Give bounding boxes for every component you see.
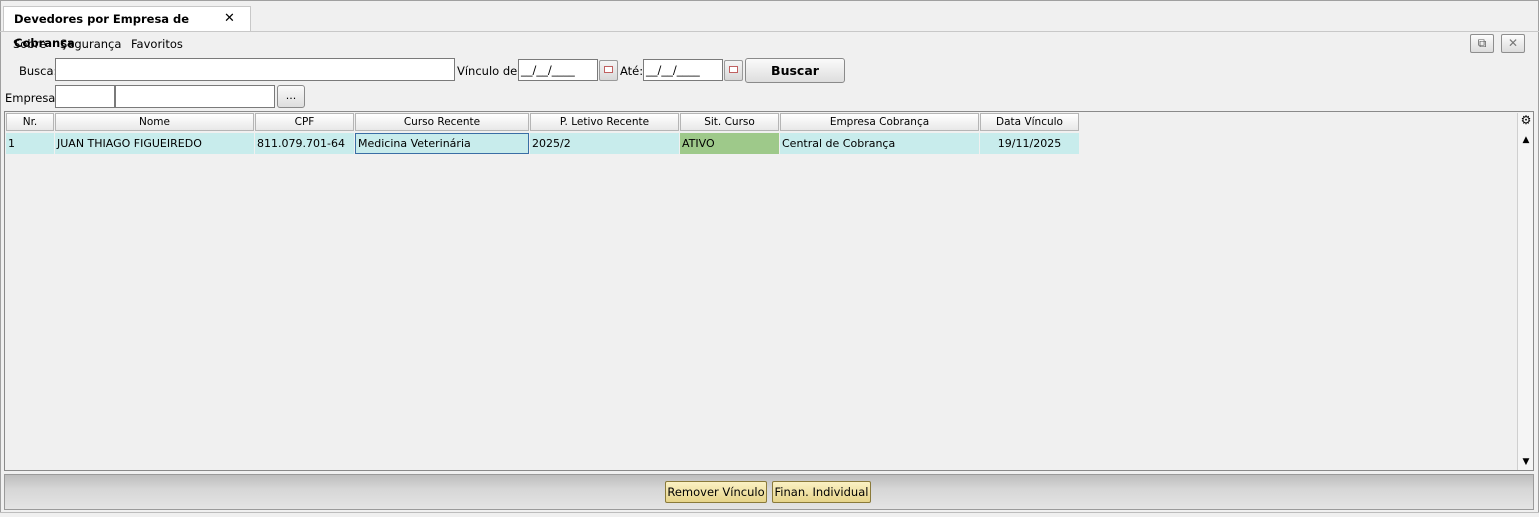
results-grid[interactable] — [4, 111, 1534, 471]
vinculo-de-calendar-button[interactable] — [599, 60, 618, 81]
column-header-situacao[interactable]: Sit. Curso — [680, 113, 779, 131]
table-cell-cpf[interactable]: 811.079.701-64 — [255, 133, 354, 154]
scroll-down-icon[interactable]: ▼ — [1519, 455, 1533, 469]
popout-button[interactable]: ⧉ — [1470, 34, 1494, 53]
close-tab-icon[interactable]: ✕ — [224, 7, 235, 31]
column-header-periodo[interactable]: P. Letivo Recente — [530, 113, 679, 131]
calendar-icon — [729, 66, 738, 73]
table-cell-nr[interactable]: 1 — [6, 133, 54, 154]
finan-individual-button[interactable]: Finan. Individual — [772, 481, 871, 503]
column-header-empresa[interactable]: Empresa Cobrança — [780, 113, 979, 131]
vertical-scrollbar[interactable]: ⚙ ▲ ▼ — [1517, 113, 1533, 470]
close-icon: ✕ — [1507, 36, 1519, 50]
close-window-button[interactable]: ✕ — [1501, 34, 1525, 53]
ate-label: Até: — [620, 64, 644, 78]
tab-devedores[interactable]: Devedores por Empresa de Cobrança ✕ — [3, 6, 251, 50]
column-header-nr[interactable]: Nr. — [6, 113, 54, 131]
scroll-up-icon[interactable]: ▲ — [1519, 133, 1533, 147]
column-header-cpf[interactable]: CPF — [255, 113, 354, 131]
table-cell-empresa[interactable]: Central de Cobrança — [780, 133, 979, 154]
busca-label: Busca: — [19, 64, 58, 78]
table-cell-periodo[interactable]: 2025/2 — [530, 133, 679, 154]
status-bar — [0, 512, 1539, 517]
table-cell-data[interactable]: 19/11/2025 — [980, 133, 1079, 154]
column-header-data[interactable]: Data Vínculo — [980, 113, 1079, 131]
ate-input[interactable]: __/__/____ — [643, 59, 723, 81]
tab-divider — [0, 31, 1539, 32]
grid-settings-gear-icon[interactable]: ⚙ — [1519, 113, 1533, 131]
menu-favoritos[interactable]: Favoritos — [131, 37, 183, 51]
ate-calendar-button[interactable] — [724, 60, 743, 81]
empresa-label: Empresa: — [5, 91, 60, 105]
empresa-code-input[interactable] — [55, 85, 115, 108]
menu-sobre[interactable]: Sobre — [13, 37, 46, 51]
vinculo-de-label: Vínculo de: — [457, 64, 522, 78]
empresa-name-input[interactable] — [115, 85, 275, 108]
table-cell-curso[interactable]: Medicina Veterinária — [355, 133, 529, 154]
menu-seguranca[interactable]: Segurança — [60, 37, 121, 51]
external-link-icon: ⧉ — [1477, 36, 1487, 50]
remover-vinculo-button[interactable]: Remover Vínculo — [665, 481, 767, 503]
table-cell-situacao[interactable]: ATIVO — [680, 133, 779, 154]
calendar-icon — [604, 66, 613, 73]
column-header-nome[interactable]: Nome — [55, 113, 254, 131]
column-header-curso[interactable]: Curso Recente — [355, 113, 529, 131]
buscar-button[interactable]: Buscar — [745, 58, 845, 83]
vinculo-de-input[interactable]: __/__/____ — [518, 59, 598, 81]
empresa-lookup-button[interactable]: ... — [277, 85, 305, 108]
busca-input[interactable] — [55, 58, 455, 81]
table-cell-nome[interactable]: JUAN THIAGO FIGUEIREDO — [55, 133, 254, 154]
action-bar — [4, 474, 1534, 510]
